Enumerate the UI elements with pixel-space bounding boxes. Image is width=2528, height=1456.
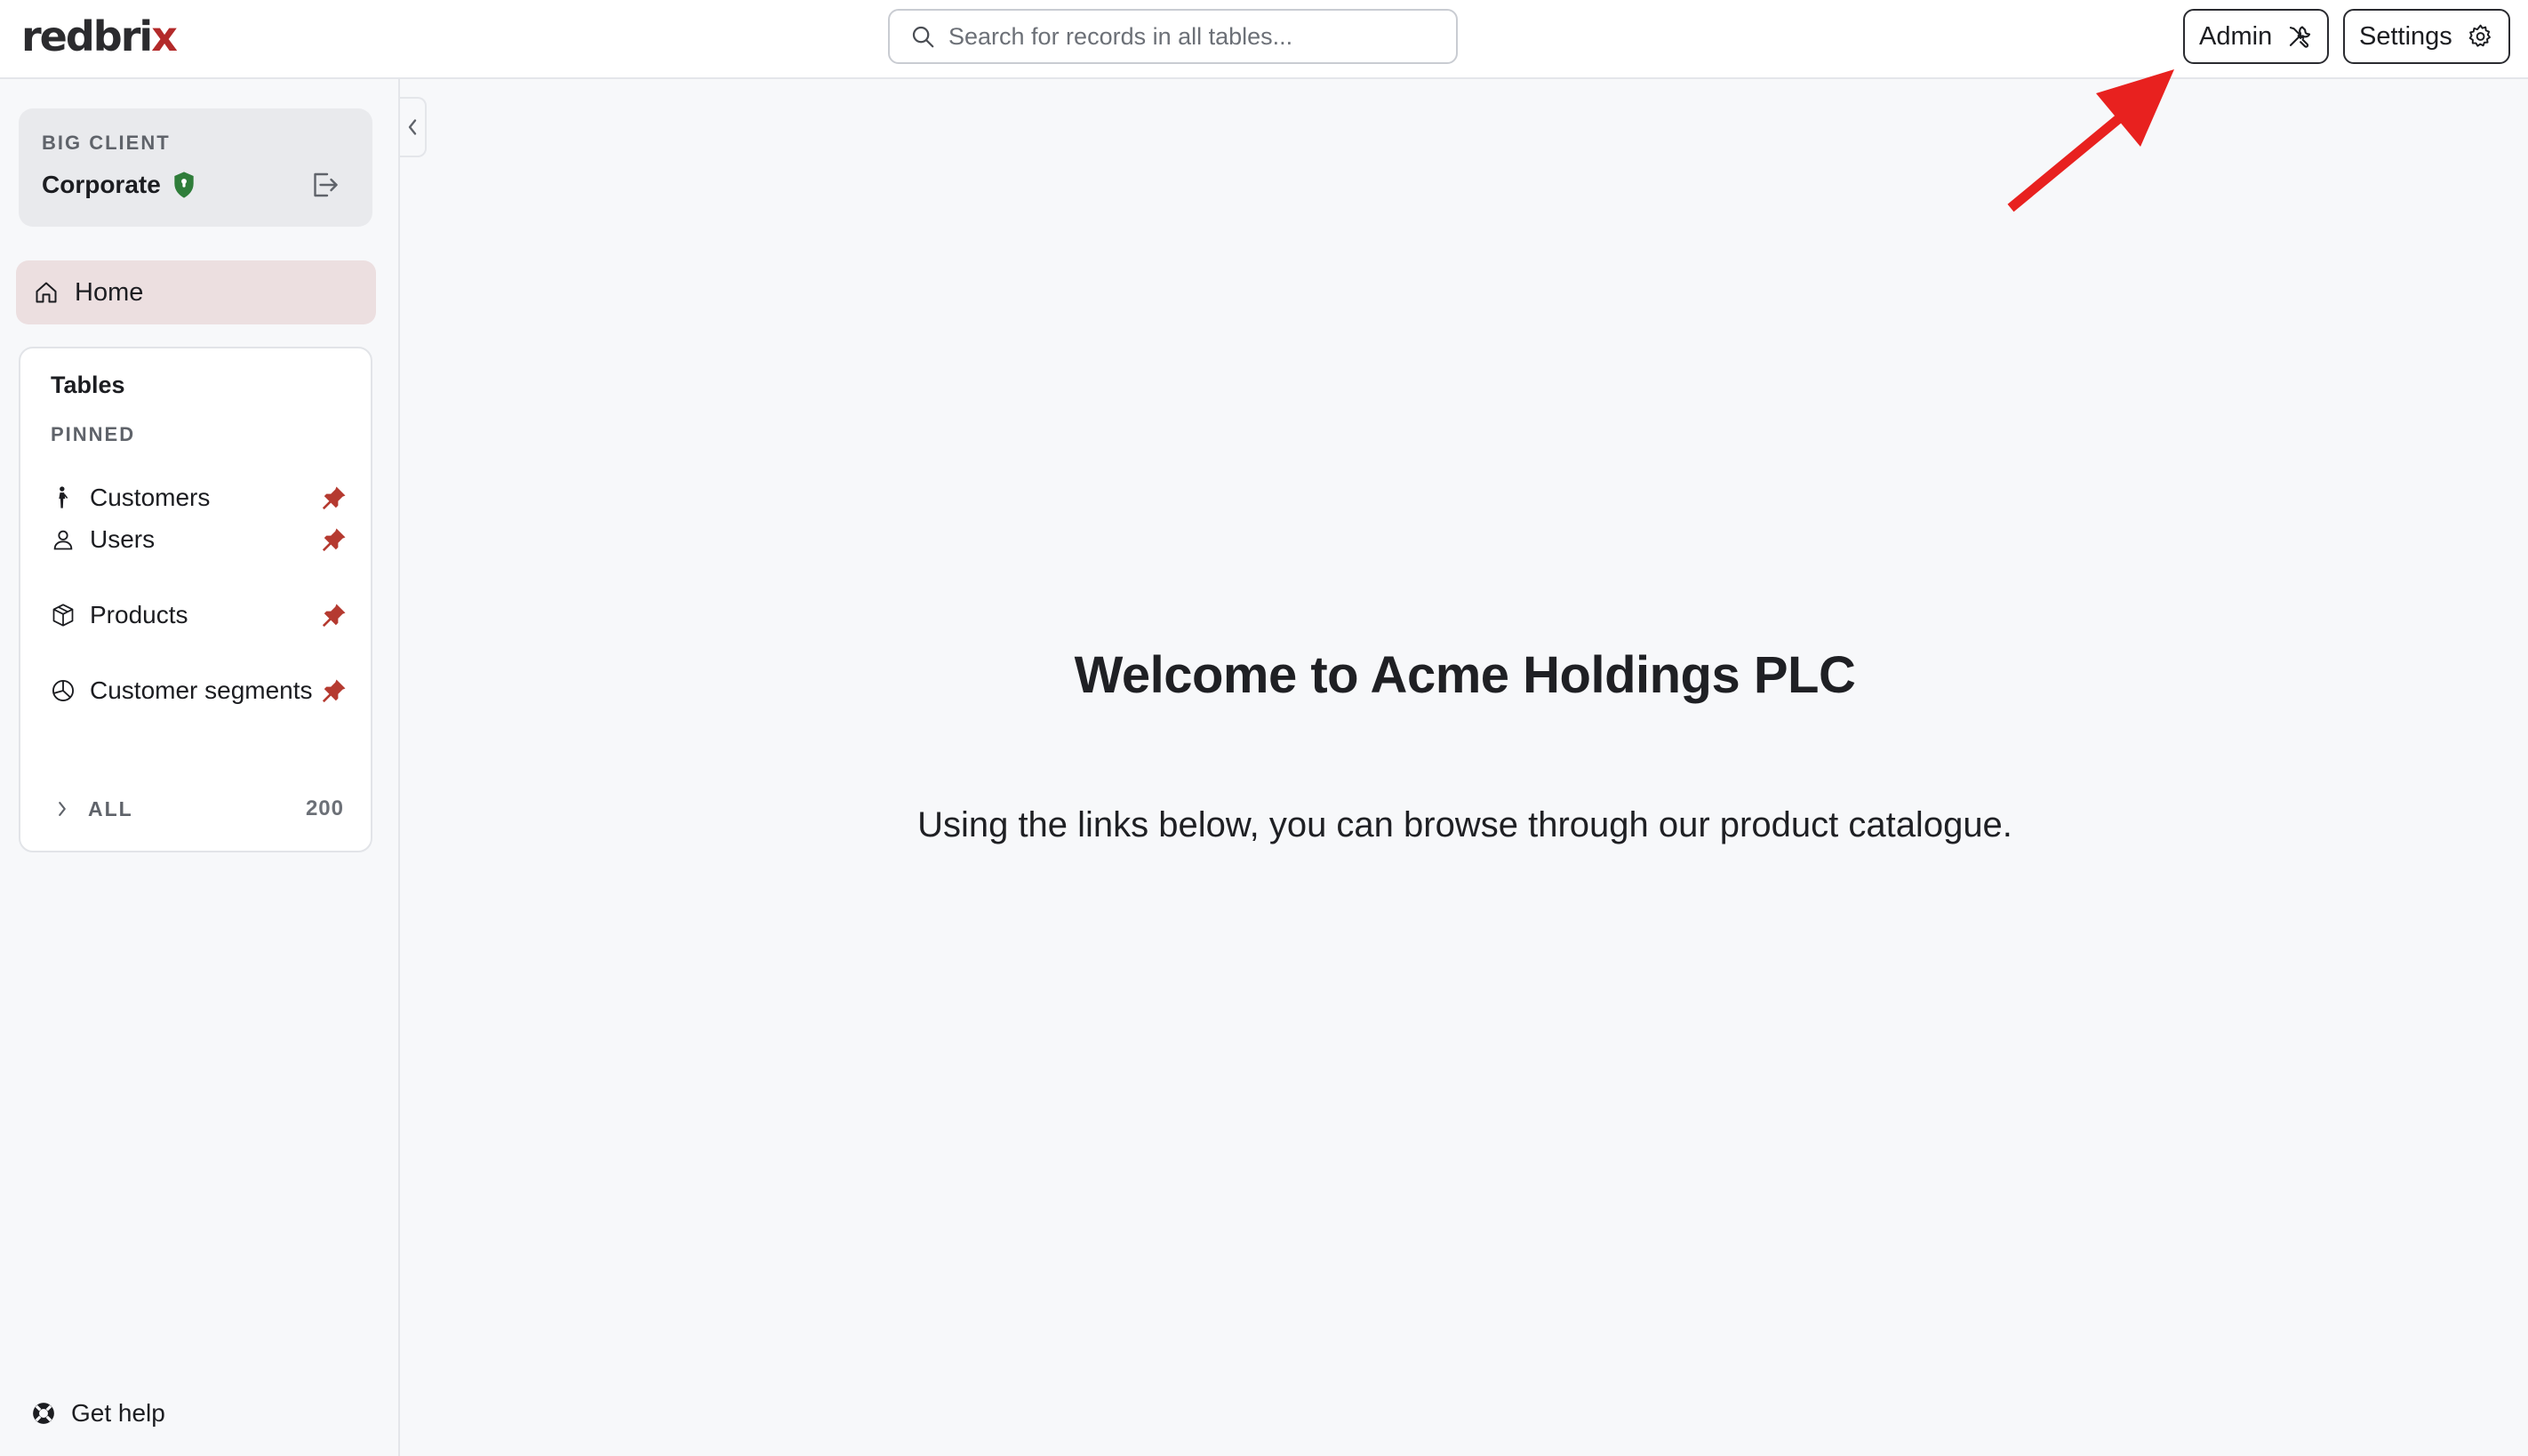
logo-text: redbri <box>21 12 153 60</box>
all-tables-toggle[interactable]: ALL 200 <box>33 784 360 834</box>
page-subtitle: Using the links below, you can browse th… <box>917 805 2012 844</box>
pin-icon[interactable] <box>321 526 348 553</box>
sidebar-item-label: Products <box>90 601 188 628</box>
settings-button-label: Settings <box>2359 21 2452 51</box>
sidebar-item-users[interactable]: Users <box>33 510 360 569</box>
sidebar-collapse-button[interactable] <box>400 97 427 157</box>
sidebar-item-products[interactable]: Products <box>33 586 360 644</box>
admin-button[interactable]: Admin <box>2183 9 2329 64</box>
chevron-right-icon <box>59 802 66 816</box>
get-help-label: Get help <box>71 1399 165 1427</box>
gear-icon <box>2468 24 2491 47</box>
sidebar-item-label: Home <box>75 277 144 307</box>
lifebuoy-icon <box>33 1403 54 1424</box>
all-tables-label: ALL <box>88 796 133 820</box>
box-icon <box>52 604 74 627</box>
tables-title: Tables <box>51 372 125 398</box>
client-card: BIG CLIENT Corporate <box>19 108 372 227</box>
pie-chart-icon <box>52 679 75 702</box>
page-title: Welcome to Acme Holdings PLC <box>1074 646 1856 704</box>
get-help-link[interactable]: Get help <box>30 1396 165 1431</box>
home-icon <box>36 282 57 303</box>
client-label: BIG CLIENT <box>42 132 171 154</box>
user-icon <box>53 530 73 550</box>
sidebar-item-label: Customer segments <box>90 676 313 704</box>
redbrix-logo[interactable]: redbri x <box>21 12 178 60</box>
all-tables-count: 200 <box>305 796 344 820</box>
sidebar-item-customer-segments[interactable]: Customer segments <box>33 661 360 720</box>
settings-button[interactable]: Settings <box>2343 9 2510 64</box>
pin-icon[interactable] <box>321 602 348 628</box>
search-icon <box>912 26 934 48</box>
client-name: Corporate <box>42 171 161 198</box>
client-name-row: Corporate <box>42 171 196 199</box>
admin-button-label: Admin <box>2199 21 2273 51</box>
pin-icon[interactable] <box>321 484 348 511</box>
logout-icon[interactable] <box>308 169 340 201</box>
annotation-arrow-icon <box>2007 69 2174 212</box>
search-box[interactable] <box>888 9 1458 64</box>
chevron-left-icon <box>408 119 417 135</box>
sidebar-item-label: Users <box>90 525 156 553</box>
pin-icon[interactable] <box>321 677 348 704</box>
tools-icon <box>2290 26 2311 48</box>
person-walking-icon <box>59 486 68 508</box>
sidebar-item-label: Customers <box>90 484 211 511</box>
search-input[interactable] <box>948 22 1446 51</box>
shield-icon <box>174 172 194 198</box>
tables-panel: Tables PINNED Customers Users Products C… <box>19 347 372 852</box>
sidebar-item-home[interactable]: Home <box>16 260 376 324</box>
pinned-label: PINNED <box>51 423 136 445</box>
logo-x: x <box>151 12 178 60</box>
